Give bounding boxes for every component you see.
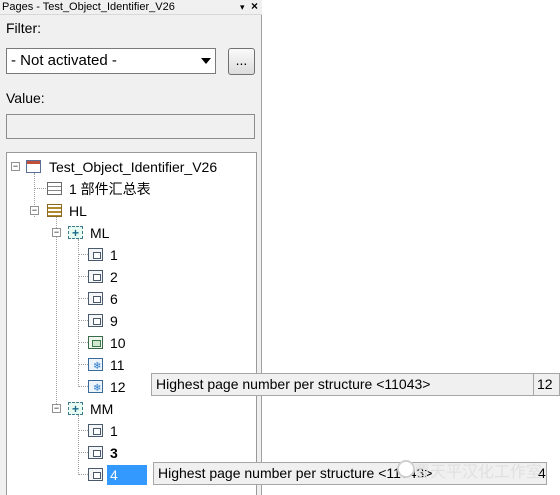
hl-expander-icon[interactable]: − <box>30 206 39 215</box>
watermark-text: 曹天平汉化工作室 <box>414 462 543 481</box>
mm-expander-icon[interactable]: − <box>52 404 61 413</box>
tree-node-label: MM <box>90 401 114 417</box>
tree-node-label: 4 <box>107 465 147 485</box>
tree-connector <box>56 217 57 408</box>
tree-node-label: 1 部件汇总表 <box>69 181 151 197</box>
watermark-logo <box>397 460 415 478</box>
panel-title: Pages - Test_Object_Identifier_V26 <box>2 1 175 13</box>
filter-dropdown[interactable]: - Not activated - <box>6 48 216 74</box>
table-icon <box>47 182 62 195</box>
page-icon <box>88 270 103 283</box>
tree-node-label: 11 <box>110 357 125 373</box>
tree-node-label: 10 <box>110 335 126 351</box>
tree-node-label: 2 <box>110 269 118 285</box>
root-expander-icon[interactable]: − <box>11 162 20 171</box>
panel-menu-icon[interactable]: ▾ <box>240 0 245 14</box>
tree-connector <box>78 415 79 473</box>
page-tree[interactable]: − − − − Test_Object_Identifier_V26 1 部件汇… <box>6 152 257 495</box>
tooltip-value: 12 <box>537 376 553 392</box>
tooltip-divider <box>533 374 534 395</box>
structure-icon <box>68 223 83 243</box>
tree-node-label: 1 <box>110 247 118 263</box>
page-icon <box>88 248 103 261</box>
filter-more-button[interactable]: ... <box>228 48 255 75</box>
tree-node-label: 1 <box>110 423 118 439</box>
value-label: Value: <box>6 90 45 106</box>
structure-tooltip: Highest page number per structure <11043… <box>151 373 560 396</box>
tree-connector <box>78 430 88 431</box>
tree-connector <box>78 452 88 453</box>
page-icon <box>88 424 103 437</box>
page-icon <box>88 468 103 481</box>
tree-connector <box>78 386 88 387</box>
tree-connector <box>78 474 88 475</box>
tree-node-label: 3 <box>110 445 118 461</box>
tree-connector <box>78 320 88 321</box>
close-icon[interactable]: × <box>251 0 258 13</box>
graphic-page-icon <box>88 336 103 349</box>
tree-node-label: ML <box>90 225 110 241</box>
value-field[interactable] <box>6 114 255 139</box>
tree-node-label: 9 <box>110 313 118 329</box>
tree-connector <box>78 254 88 255</box>
tree-connector <box>78 364 88 365</box>
page-icon <box>88 314 103 327</box>
tree-connector <box>78 276 88 277</box>
project-icon <box>26 160 41 173</box>
tree-node-label: HL <box>69 203 87 219</box>
tree-node-label: 12 <box>110 379 126 395</box>
tree-node-label: 6 <box>110 291 118 307</box>
page-icon <box>88 446 103 459</box>
snowflake-page-icon <box>88 357 103 377</box>
filter-value: - Not activated - <box>11 52 117 69</box>
snowflake-page-icon <box>88 379 103 399</box>
tooltip-text: Highest page number per structure <11043… <box>156 376 431 392</box>
tree-connector <box>78 342 88 343</box>
pages-panel: Pages - Test_Object_Identifier_V26 ▾ × F… <box>0 0 262 495</box>
chevron-down-icon[interactable] <box>201 58 211 64</box>
tree-node-label: Test_Object_Identifier_V26 <box>49 159 218 175</box>
list-icon <box>47 204 62 217</box>
tree-connector <box>34 188 46 189</box>
page-icon <box>88 292 103 305</box>
panel-titlebar: Pages - Test_Object_Identifier_V26 ▾ × <box>0 0 262 15</box>
ml-expander-icon[interactable]: − <box>52 228 61 237</box>
structure-icon <box>68 399 83 419</box>
tooltip-text: Highest page number per structure <11043… <box>158 465 433 481</box>
filter-label: Filter: <box>6 20 41 36</box>
tree-connector <box>78 298 88 299</box>
